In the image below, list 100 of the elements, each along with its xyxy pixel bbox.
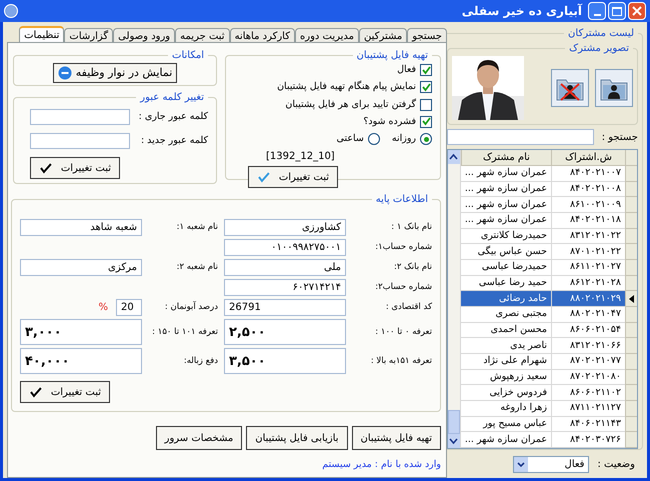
table-row[interactable]: ۸۶۱۱۰۲۱۰۲۷ حمیدرضا عباسی — [460, 260, 637, 276]
password-field[interactable] — [30, 133, 130, 149]
table-row[interactable]: ۸۳۱۲۰۲۱۰۲۲ حمیدرضا کلانتری — [460, 228, 637, 244]
table-row[interactable]: ۸۶۰۶۰۲۱۱۰۲ فردوس خزایی — [460, 385, 637, 402]
input-field[interactable]: 20 — [116, 299, 142, 316]
column-header[interactable]: ش.اشتراک — [551, 150, 625, 166]
input-field[interactable]: ۴۰,۰۰۰ — [20, 348, 142, 374]
action-button[interactable]: بازیابی فایل پشتیبان — [246, 426, 348, 450]
group-title: تهیه فایل پشتیبان — [356, 49, 429, 63]
field-label: دفع زباله: — [182, 354, 218, 368]
scroll-thumb[interactable] — [448, 410, 460, 434]
tab[interactable]: گزارشات — [64, 28, 114, 42]
save-button[interactable]: ثبت تغییرات — [30, 157, 120, 179]
field-label: کلمه عبور جاری : — [138, 110, 208, 124]
checkbox[interactable] — [420, 116, 432, 128]
table-cell: ۸۴۰۲۰۲۱۰۰۷ — [551, 166, 625, 182]
folder-button[interactable] — [551, 69, 589, 107]
status-dropdown[interactable]: فعال — [513, 456, 590, 472]
app-icon — [4, 4, 18, 18]
table-row[interactable]: ۸۶۱۰۰۲۱۰۰۹ عمران سازه شهر ... — [460, 197, 637, 214]
checkbox-label: نمایش پیام هنگام تهیه فایل پشتیبان — [277, 80, 416, 94]
table-cell: ۸۳۱۲۰۲۱۰۲۲ — [551, 228, 625, 244]
table-row[interactable]: ۸۳۱۲۰۲۱۰۶۶ ناصر یدی — [460, 338, 637, 354]
table-cell: ۸۴۰۲۰۲۱۰۰۸ — [551, 182, 625, 198]
group-title: امکانات — [171, 49, 205, 63]
tab[interactable]: کارکرد ماهانه — [230, 28, 295, 42]
table-row[interactable]: ۸۷۰۱۰۲۱۰۲۲ حسن عباس بیگی — [460, 244, 637, 260]
table-cell: ۸۴۰۶۰۲۱۱۴۳ — [551, 416, 625, 432]
checkbox-label: گرفتن تایید برای هر فایل پشتیبان — [285, 98, 416, 112]
close-button[interactable] — [628, 2, 646, 20]
radio-button[interactable] — [368, 133, 380, 146]
scroll-up-icon — [448, 150, 460, 164]
tab[interactable]: ثبت جریمه — [175, 28, 230, 42]
table-cell: ۸۷۱۱۰۲۱۱۲۷ — [551, 401, 625, 417]
taskbar-button[interactable]: نمایش در نوار وظیفه — [52, 63, 178, 83]
password-field[interactable] — [30, 109, 130, 125]
field-label: نام شعبه ۱: — [176, 221, 218, 234]
group-title: لیست مشترکان — [567, 27, 635, 41]
input-field[interactable]: 26791 — [224, 299, 346, 316]
search-label: جستجو : — [600, 130, 638, 144]
table-cell: ۸۴۰۲۰۳۰۷۲۶ — [551, 432, 625, 448]
tab[interactable]: ورود وصولی — [113, 28, 176, 42]
window-title: آبیاری ده خیر سفلی — [462, 2, 582, 20]
input-field[interactable]: ملی — [224, 259, 346, 276]
checkbox[interactable] — [420, 64, 432, 76]
input-field[interactable]: ۲,۵۰۰ — [224, 319, 346, 345]
field-label: تعرفه ۱۵۱به بالا : — [370, 354, 432, 368]
table-cell: ۸۷۰۲۰۲۱۰۷۷ — [551, 354, 625, 370]
table-row[interactable]: ۸۴۰۲۰۲۱۰۱۸ عمران سازه شهر ... — [460, 213, 637, 229]
unit-label: % — [98, 301, 108, 315]
save-button[interactable]: ثبت تغییرات — [248, 166, 338, 188]
checkbox[interactable] — [420, 98, 432, 111]
table-row[interactable]: ۸۴۰۲۰۲۱۰۰۸ عمران سازه شهر ... — [460, 182, 637, 198]
input-field[interactable]: ۳,۵۰۰ — [224, 348, 346, 374]
action-button[interactable]: مشخصات سرور — [156, 426, 242, 450]
radio-label: ساعتی — [336, 132, 364, 146]
table-row[interactable]: ۸۴۰۶۰۲۱۱۴۳ عباس مسیح پور — [460, 416, 637, 432]
field-label: نام شعبه ۲: — [176, 261, 218, 274]
action-button[interactable]: تهیه فایل پشتیبان — [352, 426, 441, 450]
input-field[interactable]: شعبه شاهد — [20, 219, 142, 236]
scrollbar[interactable] — [448, 150, 461, 448]
minimize-button[interactable] — [588, 2, 606, 20]
input-field[interactable]: مرکزی — [20, 259, 142, 276]
tab[interactable]: تنظیمات — [19, 26, 64, 42]
table-row[interactable]: ۸۶۰۶۰۲۱۰۵۴ محسن احمدی — [460, 322, 637, 338]
radio-button[interactable] — [420, 133, 432, 146]
search-field[interactable] — [446, 129, 594, 145]
field-label: نام بانک ۲: — [392, 261, 432, 274]
tab[interactable]: مشترکین — [359, 28, 408, 42]
input-field[interactable]: کشاورزی — [224, 219, 346, 236]
table-row[interactable]: ۸۸۰۲۰۲۱۰۴۷ مجتبی نصری — [460, 307, 637, 323]
field-label: شماره حساب۱: — [374, 241, 432, 254]
table-cell: ۸۴۰۲۰۲۱۰۱۸ — [551, 213, 625, 229]
table-row[interactable]: ۸۷۱۱۰۲۱۱۲۷ زهرا داروغه — [460, 401, 637, 417]
table-row[interactable]: ۸۴۰۲۰۲۱۰۰۷ عمران سازه شهر ... — [460, 166, 637, 182]
tab[interactable]: جستجو — [407, 28, 447, 42]
table-cell: ۸۶۰۶۰۲۱۱۰۲ — [551, 385, 625, 402]
table-row[interactable]: ۸۷۰۲۰۲۱۰۷۷ شهرام علی نژاد — [460, 354, 637, 370]
table-row[interactable]: ۸۷۰۲۰۲۱۰۸۰ سعید زرهپوش — [460, 370, 637, 386]
save-button[interactable]: ثبت تغییرات — [20, 381, 110, 403]
checkbox-label: فعال — [397, 63, 416, 77]
table-row[interactable]: ۸۸۰۲۰۲۱۰۲۹ حامد رضائی — [460, 291, 637, 308]
backup-date: [1392_12_10] — [265, 150, 335, 164]
dropdown-caret-icon — [514, 456, 528, 472]
input-field[interactable]: ۶۰۲۷۱۴۲۱۴ — [224, 279, 346, 296]
table-row[interactable]: ۸۴۰۲۰۳۰۷۲۶ عمران سازه شهر ... — [460, 432, 637, 448]
checkbox[interactable] — [420, 81, 432, 94]
table-cell: ۸۸۰۲۰۲۱۰۲۹ — [551, 291, 625, 308]
checkmark-icon — [257, 171, 271, 184]
table-cell: ۸۶۱۱۰۲۱۰۲۷ — [551, 260, 625, 276]
field-label: تعرفه ۱۰۱ تا ۱۵۰ : — [151, 326, 218, 338]
tab[interactable]: مدیریت دوره — [295, 28, 360, 42]
maximize-button[interactable] — [608, 2, 626, 20]
field-label: شماره حساب۲: — [374, 281, 432, 294]
group-title: اطلاعات پایه — [374, 193, 429, 207]
table-cell: ۸۳۱۲۰۲۱۰۶۶ — [551, 338, 625, 354]
checkmark-icon — [29, 386, 43, 398]
folder-button[interactable] — [595, 69, 633, 107]
input-field[interactable]: ۳,۰۰۰ — [20, 319, 142, 345]
input-field[interactable]: ۰۱۰۰۹۹۸۲۷۵۰۰۱ — [224, 239, 346, 256]
